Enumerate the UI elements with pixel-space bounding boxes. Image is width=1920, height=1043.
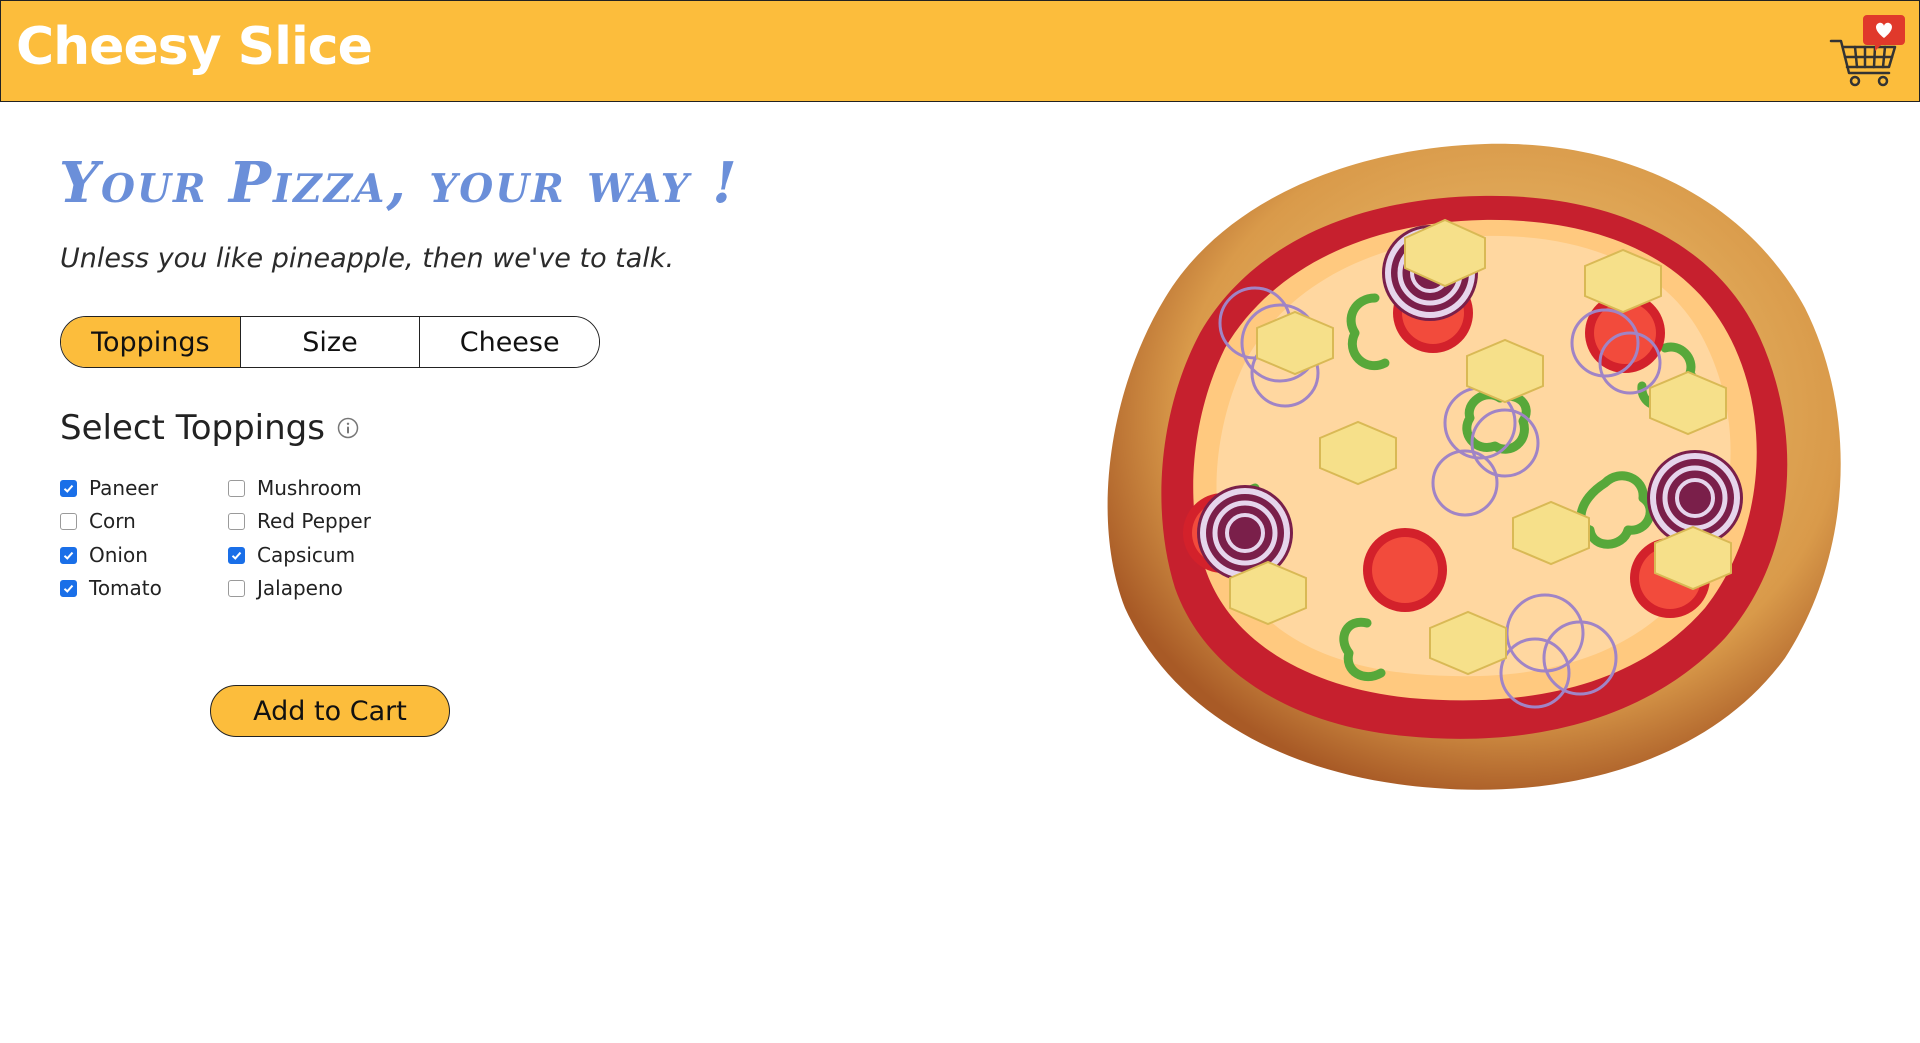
check-icon [231, 551, 242, 560]
tab-cheese[interactable]: Cheese [420, 317, 599, 367]
capsicum-checkbox[interactable] [228, 546, 245, 564]
toppings-title-text: Select Toppings [60, 408, 325, 448]
brand-logo[interactable]: Cheesy Slice [16, 17, 373, 77]
mushroom-label: Mushroom [257, 476, 362, 500]
topping-option-mushroom[interactable]: Mushroom [228, 476, 362, 500]
cart-with-heart-icon[interactable] [1827, 11, 1907, 91]
onion-checkbox[interactable] [60, 546, 77, 564]
red-pepper-checkbox[interactable] [228, 512, 245, 530]
page-headline: Your Pizza, your way ! [59, 150, 739, 216]
tab-toppings[interactable]: Toppings [61, 317, 241, 367]
toppings-section-title: Select Toppings [60, 408, 359, 448]
config-tabs: Toppings Size Cheese [60, 316, 600, 368]
paneer-label: Paneer [89, 476, 158, 500]
topping-option-jalapeno[interactable]: Jalapeno [228, 576, 343, 600]
info-circle-icon[interactable] [337, 417, 359, 439]
tomato-checkbox[interactable] [60, 579, 77, 597]
topping-option-paneer[interactable]: Paneer [60, 476, 158, 500]
check-icon [63, 551, 74, 560]
corn-label: Corn [89, 509, 136, 533]
tab-size[interactable]: Size [240, 317, 421, 367]
add-to-cart-button[interactable]: Add to Cart [210, 685, 450, 737]
page-subtitle: Unless you like pineapple, then we've to… [60, 243, 675, 274]
capsicum-label: Capsicum [257, 543, 356, 567]
paneer-checkbox[interactable] [60, 479, 77, 497]
mushroom-checkbox[interactable] [228, 479, 245, 497]
jalapeno-label: Jalapeno [257, 576, 343, 600]
corn-checkbox[interactable] [60, 512, 77, 530]
top-header: Cheesy Slice [0, 0, 1920, 102]
check-icon [63, 484, 74, 493]
topping-option-red-pepper[interactable]: Red Pepper [228, 509, 371, 533]
topping-option-corn[interactable]: Corn [60, 509, 136, 533]
onion-label: Onion [89, 543, 148, 567]
red-pepper-label: Red Pepper [257, 509, 371, 533]
topping-option-onion[interactable]: Onion [60, 543, 148, 567]
topping-option-tomato[interactable]: Tomato [60, 576, 162, 600]
jalapeno-checkbox[interactable] [228, 579, 245, 597]
topping-option-capsicum[interactable]: Capsicum [228, 543, 355, 567]
pizza-preview-image [1107, 143, 1841, 790]
tomato-label: Tomato [89, 576, 162, 600]
check-icon [63, 584, 74, 593]
